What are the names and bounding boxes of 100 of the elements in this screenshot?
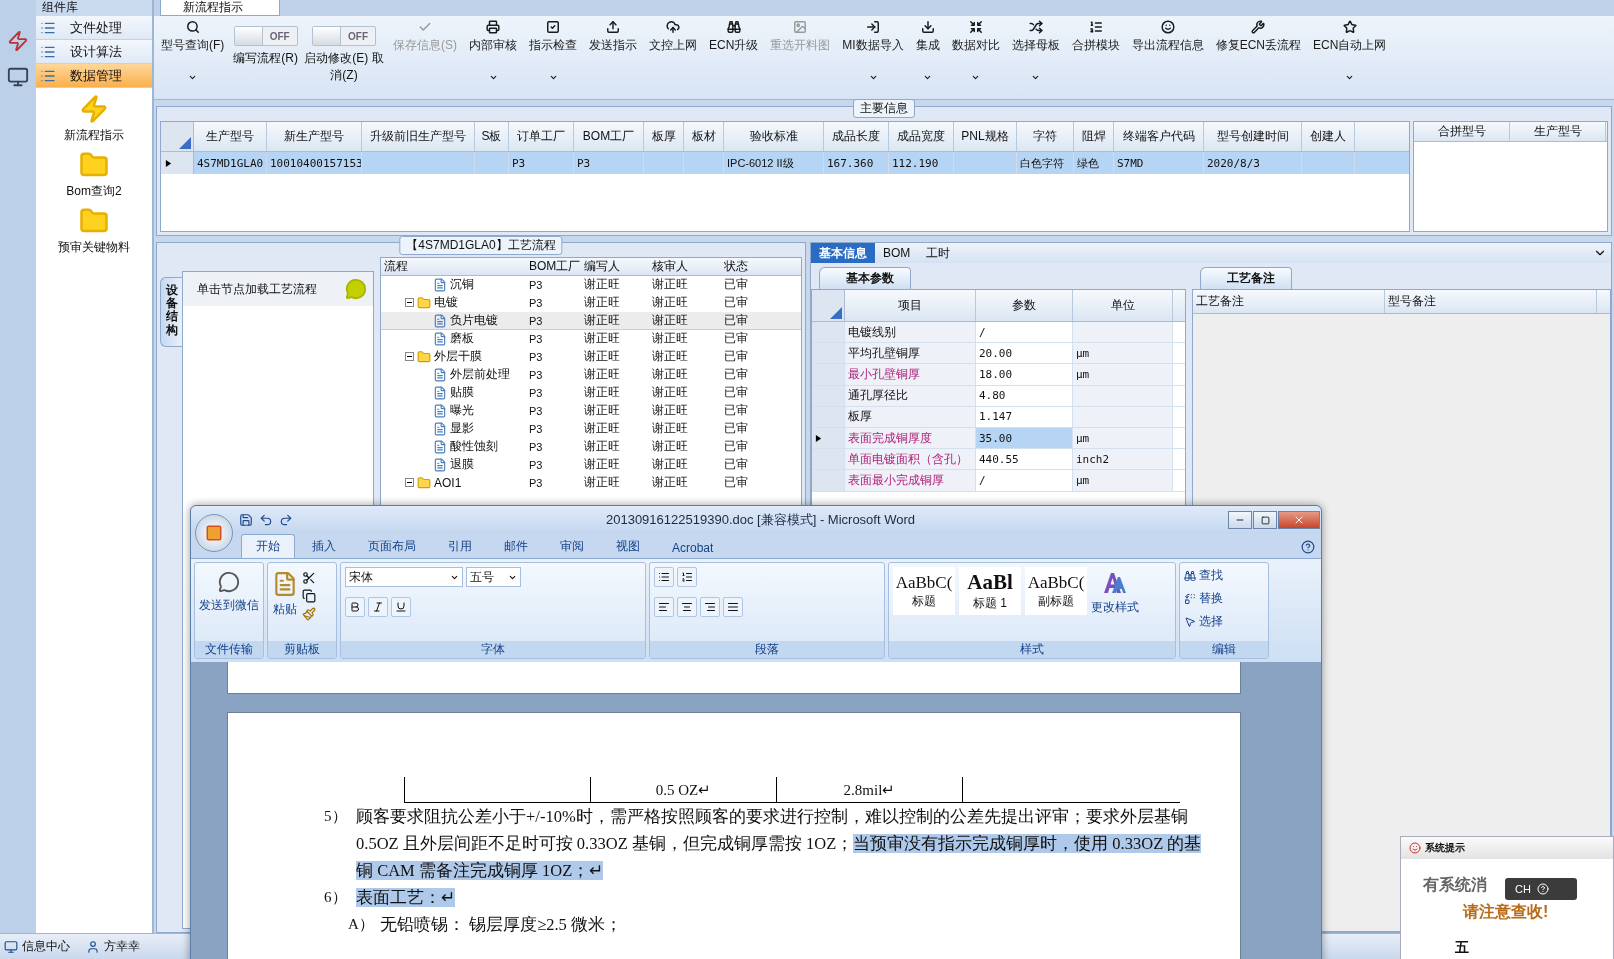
column-header[interactable]: 板材 xyxy=(684,122,724,151)
office-button[interactable] xyxy=(195,514,233,552)
column-header[interactable]: 合拼型号 xyxy=(1414,122,1510,141)
column-header[interactable]: 生产型号 xyxy=(194,122,267,151)
collapse-icon[interactable] xyxy=(405,478,414,487)
column-header[interactable]: BOM工厂 xyxy=(526,258,581,275)
edit-button[interactable]: 选择 xyxy=(1184,613,1223,630)
minimize-button[interactable] xyxy=(1228,511,1252,529)
column-header[interactable]: 核审人 xyxy=(649,258,721,275)
column-header[interactable]: 阻焊 xyxy=(1074,122,1114,151)
column-header[interactable]: 流程 xyxy=(381,258,526,275)
undo-icon[interactable] xyxy=(259,513,273,527)
column-header[interactable]: 升级前旧生产型号 xyxy=(362,122,475,151)
subtab[interactable]: 工艺备注 xyxy=(1200,267,1292,289)
column-header[interactable]: 终端客户代码 xyxy=(1114,122,1204,151)
sidebar-item[interactable]: 预审关键物料 xyxy=(36,206,152,256)
column-header[interactable]: 成品长度 xyxy=(824,122,889,151)
column-header[interactable]: 状态 xyxy=(721,258,771,275)
column-header[interactable]: 板厚 xyxy=(644,122,684,151)
toolbar-button[interactable]: ECN自动上网 xyxy=(1310,18,1390,99)
column-header[interactable]: 项目 xyxy=(845,290,976,321)
sidebar-item[interactable]: Bom查询2 xyxy=(36,150,152,200)
cut-icon[interactable] xyxy=(302,571,316,585)
column-header[interactable]: 型号备注 xyxy=(1385,290,1597,313)
ribbon-tab[interactable]: 审阅 xyxy=(545,534,599,558)
column-header[interactable]: 订单工厂 xyxy=(509,122,574,151)
value-cell[interactable]: / xyxy=(976,470,1073,491)
help-icon[interactable] xyxy=(1301,540,1315,554)
column-header[interactable]: 参数 xyxy=(976,290,1073,321)
param-row[interactable]: 最小孔壁铜厚 18.00 μm xyxy=(812,364,1185,386)
column-header[interactable]: 编写人 xyxy=(581,258,649,275)
param-row[interactable]: 单面电镀面积（含孔） 440.55 inch2 xyxy=(812,449,1185,471)
underline-button[interactable] xyxy=(391,597,411,617)
toolbar-button[interactable]: 内部审核 xyxy=(466,18,520,99)
toggle-switch[interactable]: OFF 启动修改(E) 取消(Z) xyxy=(304,18,384,99)
bullets-button[interactable] xyxy=(654,567,674,587)
maximize-button[interactable] xyxy=(1253,511,1277,529)
toolbar-button[interactable]: 指示检查 xyxy=(526,18,580,99)
column-header[interactable]: 验收标准 xyxy=(724,122,824,151)
status-item[interactable]: 方幸幸 xyxy=(86,938,140,955)
paste-button[interactable]: 粘贴 xyxy=(272,567,298,618)
change-styles-button[interactable]: 更改样式 xyxy=(1091,567,1139,616)
numbering-button[interactable] xyxy=(677,567,697,587)
ribbon-tab[interactable]: 开始 xyxy=(241,534,295,558)
ime-indicator[interactable]: 五 xyxy=(1455,938,1469,958)
tab[interactable]: BOM xyxy=(875,243,919,263)
font-size-field[interactable]: 五号 xyxy=(466,567,521,587)
value-cell[interactable]: 35.00 xyxy=(976,427,1073,449)
style-tile[interactable]: AaBl 标题 1 xyxy=(959,567,1021,615)
send-button[interactable]: 发送到微信 xyxy=(199,567,259,614)
monitor-icon[interactable] xyxy=(7,66,29,88)
ribbon-tab[interactable]: 插入 xyxy=(297,534,351,558)
toolbar-button[interactable]: 导出流程信息 xyxy=(1128,18,1207,99)
toolbar-button[interactable]: 发送指示 xyxy=(586,18,640,99)
column-header[interactable]: 生产型号 xyxy=(1510,122,1606,141)
column-header[interactable]: PNL规格 xyxy=(954,122,1017,151)
param-row[interactable]: 板厚 1.147 xyxy=(812,406,1185,428)
edit-button[interactable]: 替换 xyxy=(1184,590,1223,607)
font-field[interactable]: 宋体 xyxy=(345,567,463,587)
tab[interactable]: 基本信息 xyxy=(811,243,875,263)
column-header[interactable]: BOM工厂 xyxy=(574,122,644,151)
toolbar-button[interactable]: 选择母板 xyxy=(1008,18,1063,99)
toolbar-button[interactable]: 集成 xyxy=(912,18,943,99)
lightning-icon[interactable] xyxy=(7,30,29,52)
align-right-button[interactable] xyxy=(700,597,720,617)
sidebar-category[interactable]: 文件处理 xyxy=(36,16,152,40)
edit-button[interactable]: 查找 xyxy=(1184,567,1223,584)
italic-button[interactable] xyxy=(368,597,388,617)
format-painter-icon[interactable] xyxy=(302,607,316,621)
align-center-button[interactable] xyxy=(677,597,697,617)
ribbon-tab[interactable]: 页面布局 xyxy=(353,534,431,558)
value-cell[interactable]: 20.00 xyxy=(976,343,1073,364)
save-icon[interactable] xyxy=(239,513,253,527)
bold-button[interactable] xyxy=(345,597,365,617)
column-header[interactable]: 单位 xyxy=(1073,290,1173,321)
toolbar-button[interactable]: 数据对比 xyxy=(948,18,1003,99)
toolbar-button[interactable]: ECN升级 xyxy=(706,18,762,99)
toolbar-button[interactable]: 文控上网 xyxy=(646,18,700,99)
style-tile[interactable]: AaBbC( 标题 xyxy=(893,567,955,615)
toolbar-button[interactable]: 合拼模块 xyxy=(1068,18,1123,99)
ribbon-tab[interactable]: 引用 xyxy=(433,534,487,558)
ribbon-tab[interactable]: 视图 xyxy=(601,534,655,558)
toolbar-button[interactable]: 修复ECN丢流程 xyxy=(1212,18,1305,99)
param-row[interactable]: 通孔厚径比 4.80 xyxy=(812,385,1185,407)
value-cell[interactable]: / xyxy=(976,322,1073,343)
align-left-button[interactable] xyxy=(654,597,674,617)
style-tile[interactable]: AaBbC( 副标题 xyxy=(1025,567,1087,615)
sidebar-item[interactable]: 新流程指示 xyxy=(36,94,152,144)
side-tab[interactable]: 设备结构 xyxy=(160,277,182,347)
document-tab[interactable]: 新流程指示 xyxy=(160,0,280,16)
tree-row[interactable]: 负片电镀 P3 谢正旺 谢正旺 已审 xyxy=(381,312,801,330)
toolbar-button[interactable]: 型号查询(F) xyxy=(158,18,228,99)
column-header[interactable]: 新生产型号 xyxy=(267,122,362,151)
justify-button[interactable] xyxy=(723,597,743,617)
ribbon-tab[interactable]: Acrobat xyxy=(657,537,729,558)
sidebar-category[interactable]: 设计算法 xyxy=(36,40,152,64)
column-header[interactable]: S板 xyxy=(475,122,509,151)
subtab[interactable]: 基本参数 xyxy=(819,267,911,289)
sidebar-category[interactable]: 数据管理 xyxy=(36,64,152,88)
collapse-icon[interactable] xyxy=(405,298,414,307)
